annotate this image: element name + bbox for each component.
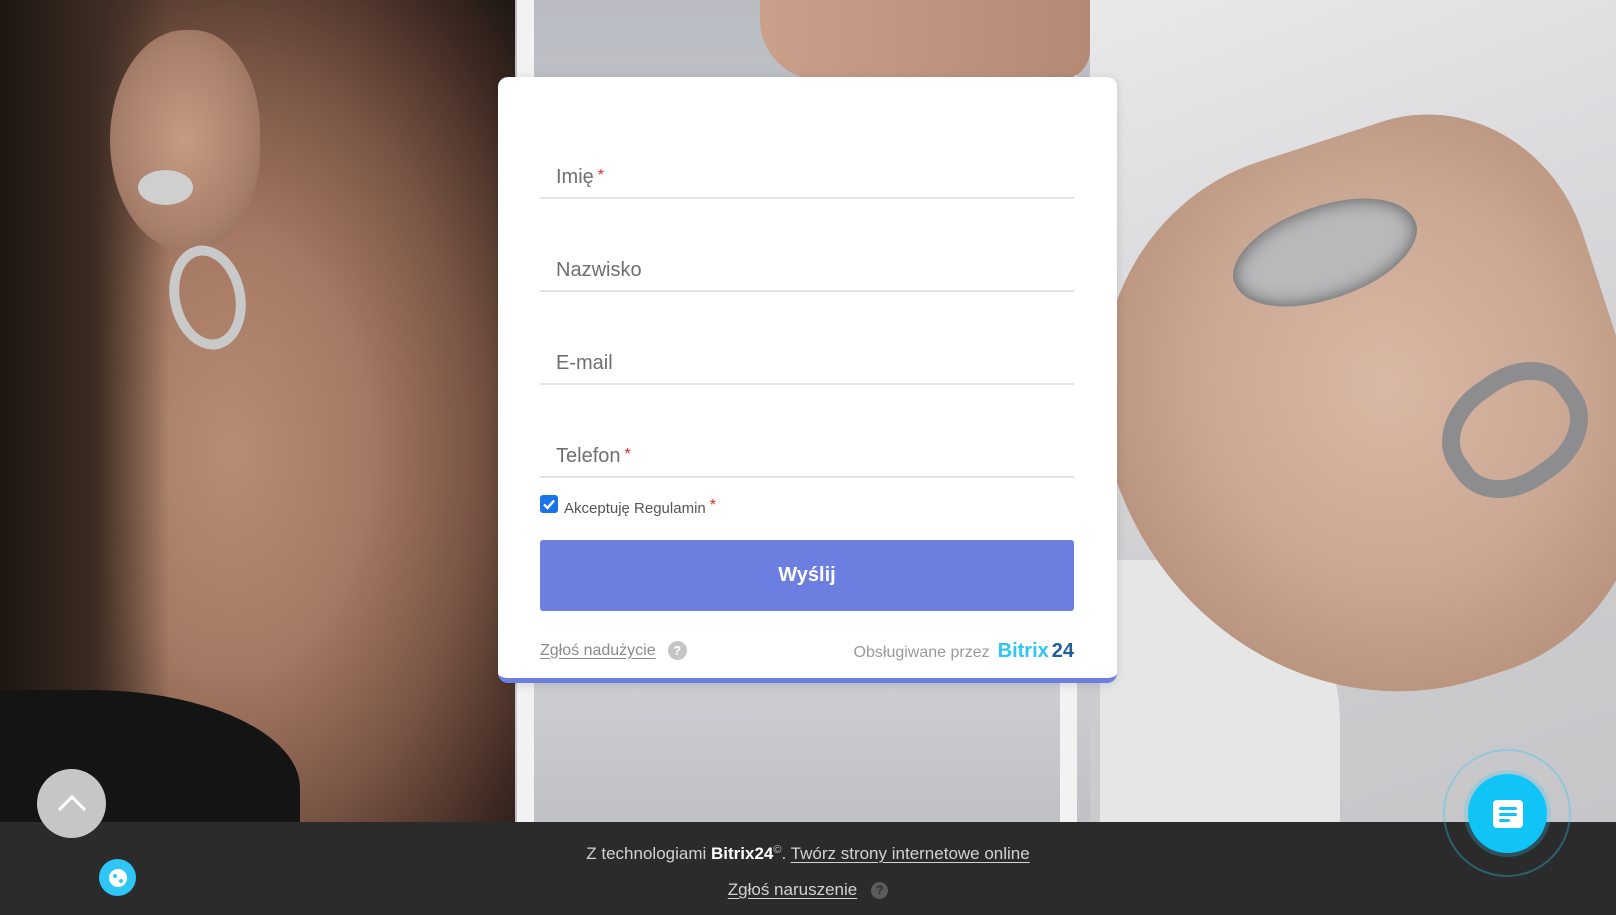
footer-report-row: Zgłoś naruszenie ?: [0, 880, 1616, 900]
footer-brand: Bitrix24: [711, 844, 774, 863]
last-name-field[interactable]: Nazwisko: [540, 222, 1074, 292]
crm-form-card: Imię * Nazwisko E-mail Telefon * Akceptuję…: [498, 77, 1117, 683]
photo-ear-cuff: [138, 170, 193, 205]
photo-arm: [760, 0, 1090, 80]
footer-copyright: Z technologiami Bitrix24©. Twórz strony …: [0, 844, 1616, 864]
last-name-input[interactable]: [540, 222, 1074, 290]
chevron-up-icon: [57, 794, 86, 823]
footer-separator: .: [781, 844, 787, 863]
terms-checkbox[interactable]: [540, 495, 558, 513]
email-field[interactable]: E-mail: [540, 315, 1074, 385]
required-marker: *: [709, 496, 716, 514]
abuse-report: Zgłoś nadużycie ?: [540, 641, 687, 660]
first-name-input[interactable]: [540, 129, 1074, 197]
chat-widget-button[interactable]: [1468, 774, 1547, 853]
phone-input[interactable]: [540, 408, 1074, 476]
report-violation-link[interactable]: Zgłoś naruszenie: [728, 880, 857, 900]
email-input[interactable]: [540, 315, 1074, 383]
phone-field[interactable]: Telefon *: [540, 408, 1074, 478]
site-footer: Z technologiami Bitrix24©. Twórz strony …: [0, 822, 1616, 915]
first-name-field[interactable]: Imię *: [540, 129, 1074, 199]
create-website-link[interactable]: Twórz strony internetowe online: [791, 844, 1030, 863]
copyright-mark: ©: [773, 844, 782, 856]
report-abuse-link[interactable]: Zgłoś nadużycie: [540, 642, 656, 660]
powered-by[interactable]: Obsługiwane przez Bitrix 24: [854, 640, 1074, 663]
terms-label[interactable]: Akceptuję Regulamin *: [564, 497, 716, 517]
footer-help-icon[interactable]: ?: [871, 881, 889, 899]
help-icon[interactable]: ?: [667, 641, 687, 660]
footer-prefix: Z technologiami: [586, 844, 707, 863]
submit-button[interactable]: Wyślij: [540, 540, 1074, 611]
photo-ear: [110, 30, 260, 250]
powered-by-label: Obsługiwane przez: [853, 644, 990, 661]
bitrix-logo-number: 24: [1051, 640, 1074, 662]
cookie-settings-button[interactable]: [99, 859, 136, 896]
cookie-icon: [108, 868, 127, 887]
chat-form-icon: [1492, 799, 1523, 828]
terms-consent[interactable]: Akceptuję Regulamin *: [540, 492, 716, 517]
check-icon: [543, 499, 555, 510]
bitrix-logo-text: Bitrix: [997, 640, 1049, 662]
scroll-top-button[interactable]: [37, 769, 106, 838]
